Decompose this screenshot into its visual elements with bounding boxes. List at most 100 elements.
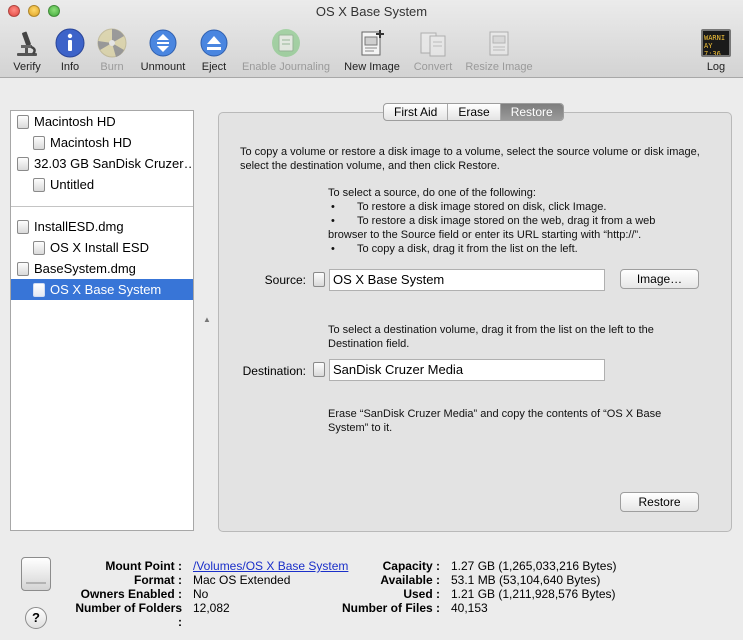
new-image-label: New Image <box>344 61 400 73</box>
window-title: OS X Base System <box>315 4 428 19</box>
bullet-1-text: To restore a disk image stored on disk, … <box>357 201 607 213</box>
sidebar-item-sandisk-disk[interactable]: 32.03 GB SanDisk Cruzer… <box>11 153 193 174</box>
tab-restore[interactable]: Restore <box>500 104 563 120</box>
used-value: 1.21 GB (1,211,928,576 Bytes) <box>451 587 616 601</box>
sidebar-item-label: 32.03 GB SanDisk Cruzer… <box>34 156 193 171</box>
volume-icon <box>33 241 45 255</box>
bullet-2-text-line-2: browser to the Source field or enter its… <box>328 229 642 241</box>
volume-icon <box>33 178 45 192</box>
restore-button[interactable]: Restore <box>620 492 699 512</box>
used-key: Used : <box>403 587 440 601</box>
bullet-1-mark: • <box>331 201 335 213</box>
capacity-value: 1.27 GB (1,265,033,216 Bytes) <box>451 559 617 573</box>
unmount-label: Unmount <box>140 61 186 73</box>
log-button[interactable]: WARNI AY 7:36 Log <box>698 27 734 73</box>
disk-image-icon <box>17 220 29 234</box>
verify-label: Verify <box>13 61 41 73</box>
source-volume-icon <box>313 272 325 287</box>
erase-note: Erase “SanDisk Cruzer Media” and copy th… <box>328 408 662 434</box>
selected-volume-icon <box>21 557 51 591</box>
eject-label: Eject <box>201 61 227 73</box>
burn-button[interactable]: Burn <box>94 27 130 73</box>
new-image-icon <box>361 30 384 56</box>
resize-image-label: Resize Image <box>465 61 533 73</box>
enable-journaling-button[interactable]: Enable Journaling <box>238 27 334 73</box>
tab-bar: First Aid Erase Restore <box>383 103 564 121</box>
splitter-handle-icon[interactable]: ▲ <box>203 315 211 324</box>
resize-image-button[interactable]: Resize Image <box>462 27 536 73</box>
owners-enabled-value: No <box>193 587 209 601</box>
mount-point-value: /Volumes/OS X Base System <box>193 559 348 573</box>
info-label: Info <box>60 61 80 73</box>
usb-disk-icon <box>17 157 29 171</box>
image-button[interactable]: Image… <box>620 269 699 289</box>
resize-image-icon <box>489 31 509 56</box>
owners-enabled-key: Owners Enabled : <box>80 587 182 601</box>
help-button[interactable]: ? <box>25 607 47 629</box>
log-icon-line-2: AY 7:36 <box>704 42 721 57</box>
sidebar-item-label: OS X Install ESD <box>50 240 149 255</box>
tab-erase[interactable]: Erase <box>448 104 501 120</box>
capacity-key: Capacity : <box>382 559 440 573</box>
eject-button[interactable]: Eject <box>196 27 232 73</box>
verify-button[interactable]: Verify <box>8 27 46 73</box>
burn-label: Burn <box>100 61 124 73</box>
convert-icon <box>420 32 446 57</box>
sidebar-item-label: Untitled <box>50 177 95 192</box>
microscope-icon <box>17 31 37 56</box>
source-label: Source: <box>264 273 306 287</box>
number-of-folders-key: Number of Folders : <box>75 601 182 629</box>
log-console-icon: WARNI AY 7:36 <box>701 29 731 57</box>
convert-button[interactable]: Convert <box>408 27 458 73</box>
number-of-files-value: 40,153 <box>451 601 488 615</box>
info-icon <box>55 28 85 58</box>
volume-icon <box>33 283 45 297</box>
destination-label: Destination: <box>242 364 306 378</box>
destination-volume-icon <box>313 362 325 377</box>
unmount-button[interactable]: Unmount <box>136 27 190 73</box>
sidebar-item-macintosh-hd-disk[interactable]: Macintosh HD <box>11 111 193 132</box>
bullet-3-mark: • <box>331 243 335 255</box>
source-field[interactable]: OS X Base System <box>329 269 605 291</box>
destination-instructions: To select a destination volume, drag it … <box>328 324 654 350</box>
mount-point-link[interactable]: /Volumes/OS X Base System <box>193 559 348 573</box>
available-key: Available : <box>380 573 440 587</box>
bullet-2-mark: • <box>331 215 335 227</box>
new-image-button[interactable]: New Image <box>340 27 404 73</box>
sidebar-item-label: InstallESD.dmg <box>34 219 124 234</box>
burn-disc-icon <box>97 28 127 58</box>
available-value: 53.1 MB (53,104,640 Bytes) <box>451 573 601 587</box>
sidebar-item-label: Macintosh HD <box>34 114 116 129</box>
disk-image-icon <box>17 262 29 276</box>
toolbar: OS X Base System Verify Info Burn Unmoun… <box>0 0 743 78</box>
sidebar-item-label: Macintosh HD <box>50 135 132 150</box>
destination-field[interactable]: SanDisk Cruzer Media <box>329 359 605 381</box>
eject-icon <box>200 29 228 57</box>
mount-point-key: Mount Point : <box>105 559 182 573</box>
hard-disk-icon <box>17 115 29 129</box>
number-of-files-key: Number of Files : <box>341 601 440 615</box>
format-key: Format : <box>134 573 182 587</box>
sidebar-item-macintosh-hd-volume[interactable]: Macintosh HD <box>11 132 193 153</box>
journal-icon <box>272 29 300 57</box>
format-value: Mac OS Extended <box>193 573 291 587</box>
sidebar-item-installesd-dmg[interactable]: InstallESD.dmg <box>11 216 193 237</box>
sidebar-item-basesystem-dmg[interactable]: BaseSystem.dmg <box>11 258 193 279</box>
tab-first-aid[interactable]: First Aid <box>384 104 449 120</box>
restore-intro-text: To copy a volume or restore a disk image… <box>240 146 700 172</box>
log-icon-line-1: WARNI <box>704 34 726 42</box>
sidebar-item-os-x-install-esd[interactable]: OS X Install ESD <box>11 237 193 258</box>
info-button[interactable]: Info <box>52 27 88 73</box>
number-of-folders-value: 12,082 <box>193 601 230 615</box>
disk-utility-window: OS X Base System Verify Info Burn Unmoun… <box>0 0 743 640</box>
restore-panel <box>218 112 732 532</box>
disk-list-sidebar: Macintosh HD Macintosh HD 32.03 GB SanDi… <box>10 110 194 531</box>
sidebar-item-label: OS X Base System <box>50 282 162 297</box>
volume-icon <box>33 136 45 150</box>
enable-journaling-label: Enable Journaling <box>241 61 331 73</box>
sidebar-item-untitled-volume[interactable]: Untitled <box>11 174 193 195</box>
sidebar-divider <box>11 206 193 207</box>
bullet-3-text: To copy a disk, drag it from the list on… <box>357 243 578 255</box>
sidebar-item-label: BaseSystem.dmg <box>34 261 136 276</box>
sidebar-item-os-x-base-system[interactable]: OS X Base System <box>11 279 193 300</box>
